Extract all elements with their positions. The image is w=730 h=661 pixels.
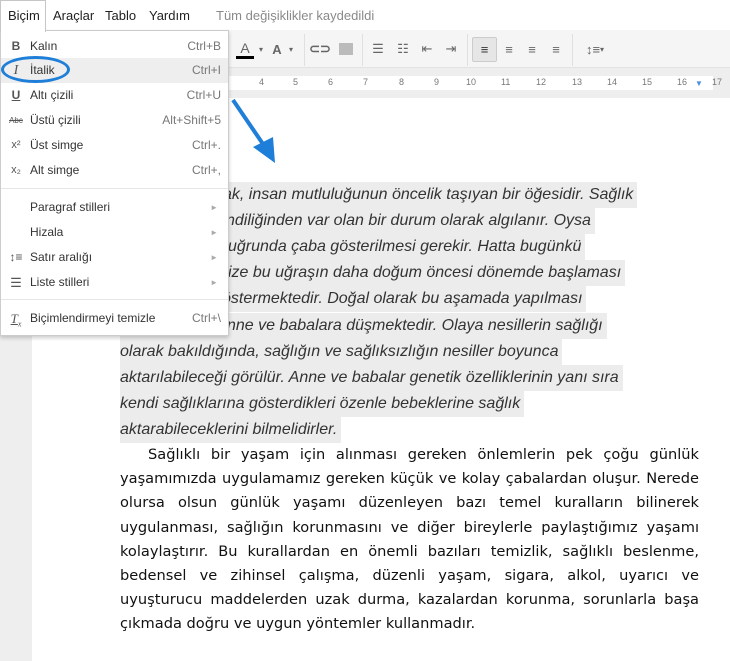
line-spacing-button[interactable]: ↕≡ ▾ [580,38,610,60]
link-icon[interactable]: ⊂⊃ [309,38,331,60]
label: Altı çizili [30,88,74,102]
submenu-arrow-icon: ► [210,228,218,237]
shortcut: Ctrl+U [186,88,221,102]
save-status: Tüm değişiklikler kaydedildi [216,8,375,23]
shortcut: Ctrl+, [191,163,221,177]
submenu-arrow-icon: ► [210,203,218,212]
ruler-tick: 9 [434,77,440,87]
ruler-tick: 5 [293,77,299,87]
ruler-tick: 14 [607,77,618,87]
menu-item-align[interactable]: Hizala ► [1,220,228,245]
annotation-circle [1,56,70,83]
line-spacing-icon: ↕≡ [9,250,23,264]
menu-item-paragraph-styles[interactable]: Paragraf stilleri ► [1,195,228,220]
clear-formatting-icon: Tx [10,311,22,329]
menu-item-line-spacing[interactable]: ↕≡ Satır aralığı ► [1,245,228,270]
ruler-tick: 16 [677,77,688,87]
menu-item-list-styles[interactable]: ☰ Liste stilleri ► [1,270,228,295]
menu-yardim[interactable]: Yardım [149,8,190,23]
menu-item-clear-formatting[interactable]: Tx Biçimlendirmeyi temizle Ctrl+\ [1,306,228,331]
submenu-arrow-icon: ► [210,278,218,287]
highlight-color-icon[interactable]: A [268,38,286,60]
menubar: Biçim Araçlar Tablo Yardım Tüm değişikli… [0,0,730,32]
increase-indent-icon[interactable]: ⇥ [442,38,460,60]
shortcut: Alt+Shift+5 [162,113,221,127]
menu-item-underline[interactable]: U Altı çizili Ctrl+U [1,83,228,108]
image-icon[interactable] [337,38,355,60]
italic-line[interactable]: aktarabileceklerini bilmelidirler. [120,416,342,443]
annotation-arrow [231,98,275,163]
shortcut: Ctrl+. [191,138,221,152]
submenu-arrow-icon: ► [210,253,218,262]
decrease-indent-icon[interactable]: ⇤ [418,38,436,60]
shortcut: Ctrl+I [191,63,221,77]
italic-line-text: kendi sağlıklarına gösterdikleri özenle … [120,390,525,417]
label: Üst simge [30,138,84,152]
shortcut: Ctrl+B [187,39,221,53]
ruler-tick: 15 [642,77,653,87]
ruler-tick: 4 [259,77,265,87]
menu-bicim-label: Biçim [8,8,40,23]
ruler-tick: 6 [328,77,334,87]
menu-tablo[interactable]: Tablo [105,8,136,23]
label: Liste stilleri [30,275,90,289]
align-right-icon[interactable]: ≡ [523,38,541,60]
menu-item-strikethrough[interactable]: Abc Üstü çizili Alt+Shift+5 [1,108,228,133]
align-left-button[interactable]: ≡ [472,37,497,62]
ruler-tick: 8 [399,77,405,87]
list-icon: ☰ [10,275,22,290]
body-paragraph[interactable]: Sağlıklı bir yaşam için alınması gereken… [120,443,699,637]
shortcut: Ctrl+\ [191,311,221,325]
label: Satır aralığı [30,250,93,264]
italic-line[interactable]: aktarılabileceği görülür. Anne ve babala… [120,364,623,391]
label: Alt simge [30,163,80,177]
text-color-dropdown[interactable]: ▾ [256,38,266,60]
italic-line-text: aktarılabileceği görülür. Anne ve babala… [120,364,623,391]
bulleted-list-icon[interactable]: ☷ [394,38,412,60]
ruler-tick: 17 [712,77,723,87]
italic-line[interactable]: kendi sağlıklarına gösterdikleri özenle … [120,390,525,417]
italic-line-text: olarak bakıldığında, sağlığın ve sağlıks… [120,338,563,365]
menu-araclar[interactable]: Araçlar [53,8,94,23]
strikethrough-icon: Abc [9,116,23,125]
superscript-icon: x² [11,139,21,151]
menu-item-superscript[interactable]: x² Üst simge Ctrl+. [1,133,228,158]
italic-line[interactable]: olarak bakıldığında, sağlığın ve sağlıks… [120,338,563,365]
text-color-icon: A [240,39,250,56]
ruler-tick: 10 [466,77,477,87]
label: Paragraf stilleri [30,200,111,214]
ruler-tick: 12 [536,77,547,87]
label: Hizala [30,225,64,239]
highlight-dropdown[interactable]: ▾ [286,38,296,60]
right-indent-marker[interactable]: ▼ [695,79,703,88]
numbered-list-icon[interactable]: ☰ [369,38,387,60]
bold-icon: B [11,39,21,53]
justify-icon[interactable]: ≡ [547,38,565,60]
label: Biçimlendirmeyi temizle [30,311,156,325]
menu-item-subscript[interactable]: x₂ Alt simge Ctrl+, [1,158,228,183]
ruler-tick: 11 [501,77,511,87]
label: Üstü çizili [30,113,81,127]
align-center-icon[interactable]: ≡ [500,38,518,60]
underline-icon: U [11,88,21,102]
ruler-tick: 13 [572,77,583,87]
italic-line-text: aktarabileceklerini bilmelidirler. [120,416,342,443]
subscript-icon: x₂ [11,164,21,176]
ruler-tick: 7 [363,77,369,87]
menu-bicim[interactable]: Biçim [0,0,46,32]
text-color-button[interactable]: A [234,38,256,60]
